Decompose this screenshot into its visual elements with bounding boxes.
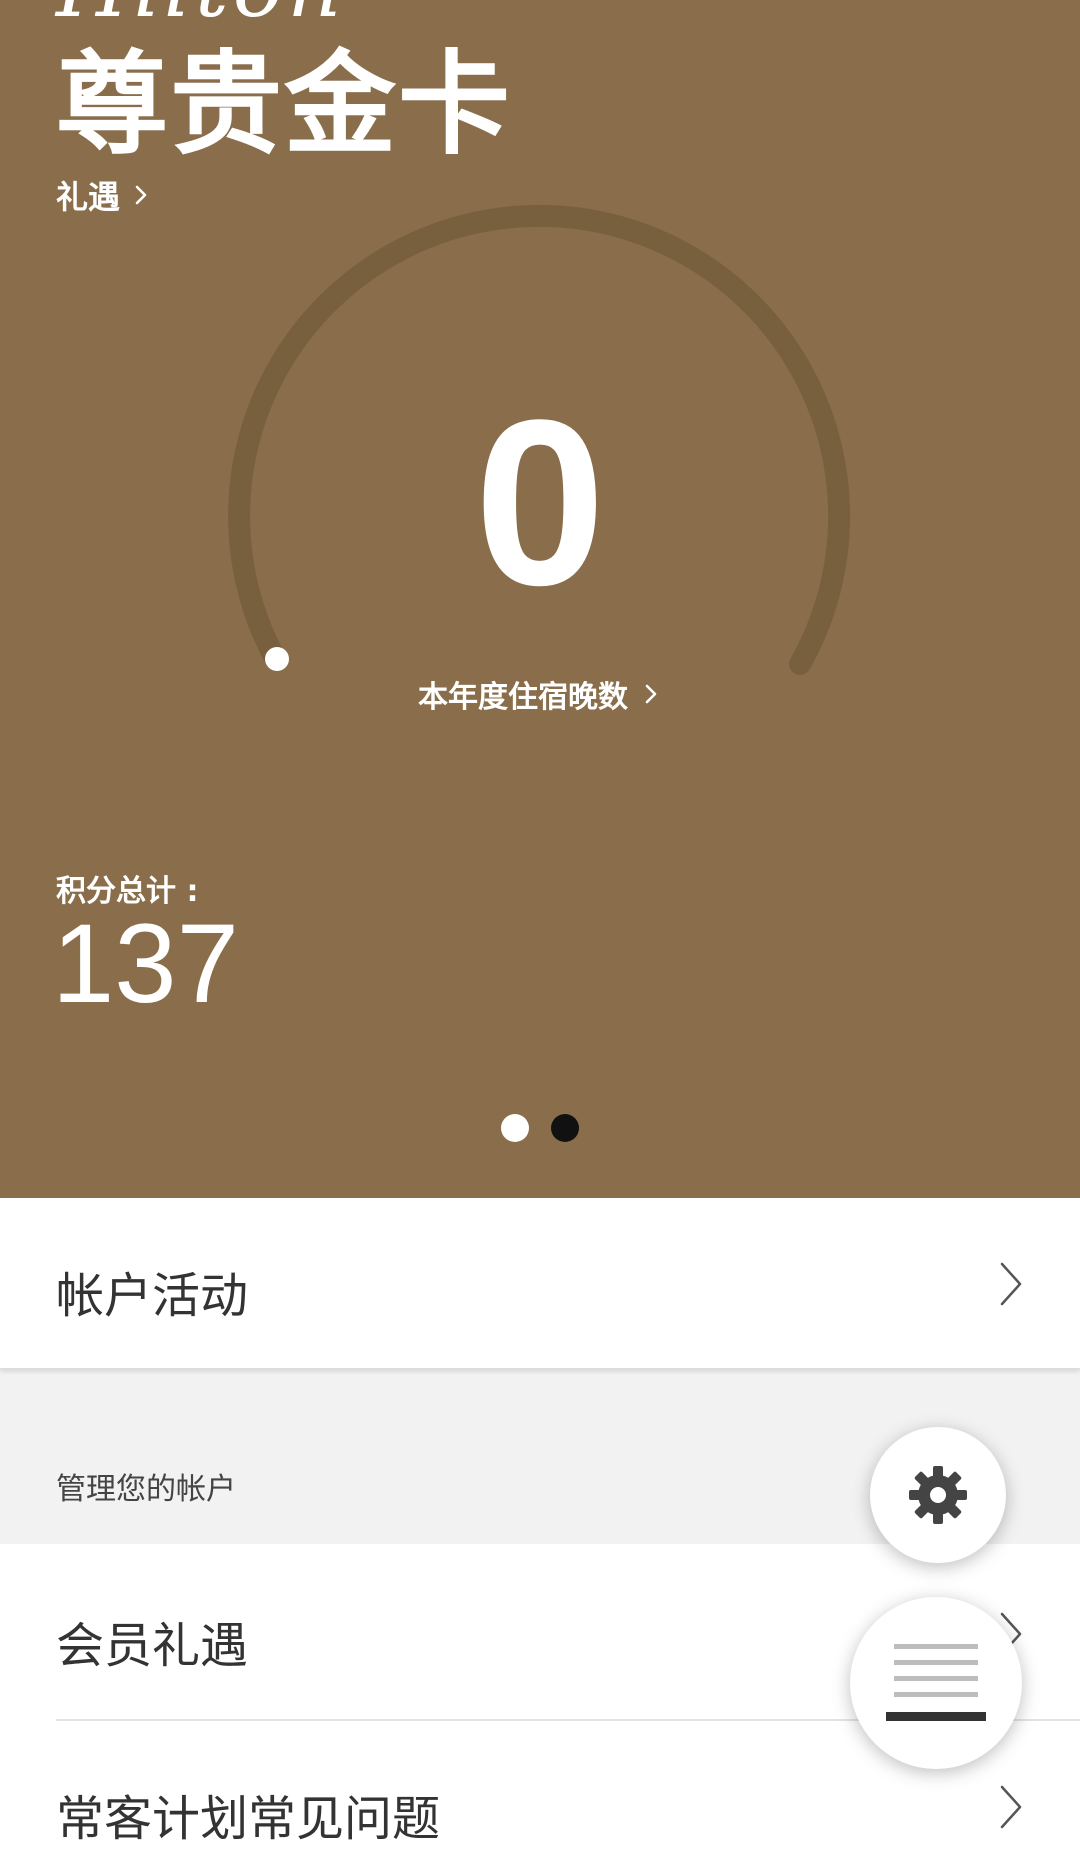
gauge-progress-marker [265,647,289,671]
chevron-right-icon [1000,1262,1022,1306]
settings-button[interactable] [870,1427,1006,1563]
nights-label: 本年度住宿晚数 [418,680,628,715]
nights-link[interactable]: 本年度住宿晚数 [340,672,740,716]
nights-count: 0 [474,371,606,635]
membership-card[interactable]: Hilton 尊贵金卡 礼遇 0 本年度住宿晚数 积分总计 : 137 [0,0,1080,1198]
account-activity-row[interactable]: 帐户活动 [0,1198,1080,1369]
manage-account-title: 管理您的帐户 [56,1472,236,1507]
program-faq-label: 常客计划常见问题 [56,1791,441,1847]
page-dot-2-active[interactable] [551,1114,579,1142]
gear-icon [909,1466,967,1524]
menu-button[interactable] [850,1597,1022,1769]
menu-icon [886,1644,986,1721]
page-indicator [0,1114,1080,1142]
points-total: 137 [52,901,239,1026]
account-activity-label: 帐户活动 [56,1268,249,1324]
chevron-right-icon [645,684,657,704]
member-benefits-label: 会员礼遇 [56,1618,249,1674]
chevron-right-icon [1000,1785,1022,1829]
page-dot-1[interactable] [501,1114,529,1142]
